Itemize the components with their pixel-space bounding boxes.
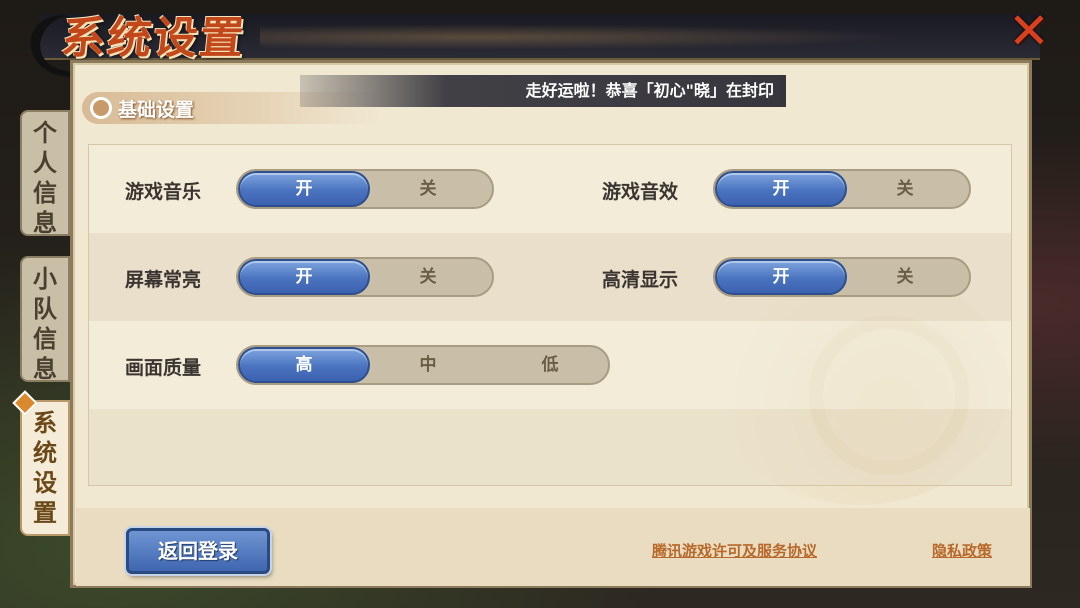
section-title: 基础设置 <box>118 99 195 121</box>
quality-low-option[interactable]: 低 <box>484 347 608 383</box>
tab-system-settings[interactable]: 系统设置 <box>12 390 70 536</box>
settings-row: 屏幕常亮 开 关 高清显示 开 关 <box>89 233 1011 321</box>
game-sfx-toggle[interactable]: 开 关 <box>713 169 971 209</box>
game-music-off-option[interactable]: 关 <box>362 171 492 207</box>
game-music-label: 游戏音乐 <box>125 181 202 203</box>
hd-display-toggle[interactable]: 开 关 <box>713 257 971 297</box>
tab-label: 个人信息 <box>33 118 57 237</box>
tab-personal-info[interactable]: 个人信息 <box>20 110 70 237</box>
game-music-toggle[interactable]: 开 关 <box>236 169 494 209</box>
game-music-on-option[interactable]: 开 <box>238 171 370 207</box>
screen-on-label: 屏幕常亮 <box>125 269 202 291</box>
close-icon[interactable]: ✕ <box>1002 6 1056 56</box>
quality-medium-option[interactable]: 中 <box>362 347 494 383</box>
scrolling-notice: 走好运啦！恭喜「初心"晓」在封印 <box>300 75 786 107</box>
game-sfx-on-option[interactable]: 开 <box>715 171 847 207</box>
quality-label: 画面质量 <box>125 357 202 379</box>
tab-label: 系统设置 <box>33 408 57 527</box>
settings-list: 游戏音乐 开 关 游戏音效 开 关 屏幕常亮 开 关 高清显示 开 关 画面质量… <box>88 144 1012 486</box>
settings-row-empty <box>89 409 1011 485</box>
quality-selector[interactable]: 高 中 低 <box>236 345 610 385</box>
screen-on-off-option[interactable]: 关 <box>362 259 492 295</box>
quality-high-option[interactable]: 高 <box>238 347 370 383</box>
hd-display-off-option[interactable]: 关 <box>839 259 969 295</box>
settings-row: 游戏音乐 开 关 游戏音效 开 关 <box>89 145 1011 233</box>
hd-display-on-option[interactable]: 开 <box>715 259 847 295</box>
tab-team-info[interactable]: 小队信息 <box>20 256 70 383</box>
game-sfx-label: 游戏音效 <box>602 181 679 203</box>
privacy-policy-link[interactable]: 隐私政策 <box>932 540 992 561</box>
screen-on-on-option[interactable]: 开 <box>238 259 370 295</box>
page-title: 系统设置 <box>58 13 249 64</box>
game-sfx-off-option[interactable]: 关 <box>839 171 969 207</box>
tab-label: 小队信息 <box>33 264 57 383</box>
screen-on-toggle[interactable]: 开 关 <box>236 257 494 297</box>
settings-row: 画面质量 高 中 低 <box>89 321 1011 409</box>
back-to-login-button[interactable]: 返回登录 <box>126 528 270 574</box>
hd-display-label: 高清显示 <box>602 269 679 291</box>
license-agreement-link[interactable]: 腾讯游戏许可及服务协议 <box>652 540 817 561</box>
swirl-icon <box>90 97 112 119</box>
